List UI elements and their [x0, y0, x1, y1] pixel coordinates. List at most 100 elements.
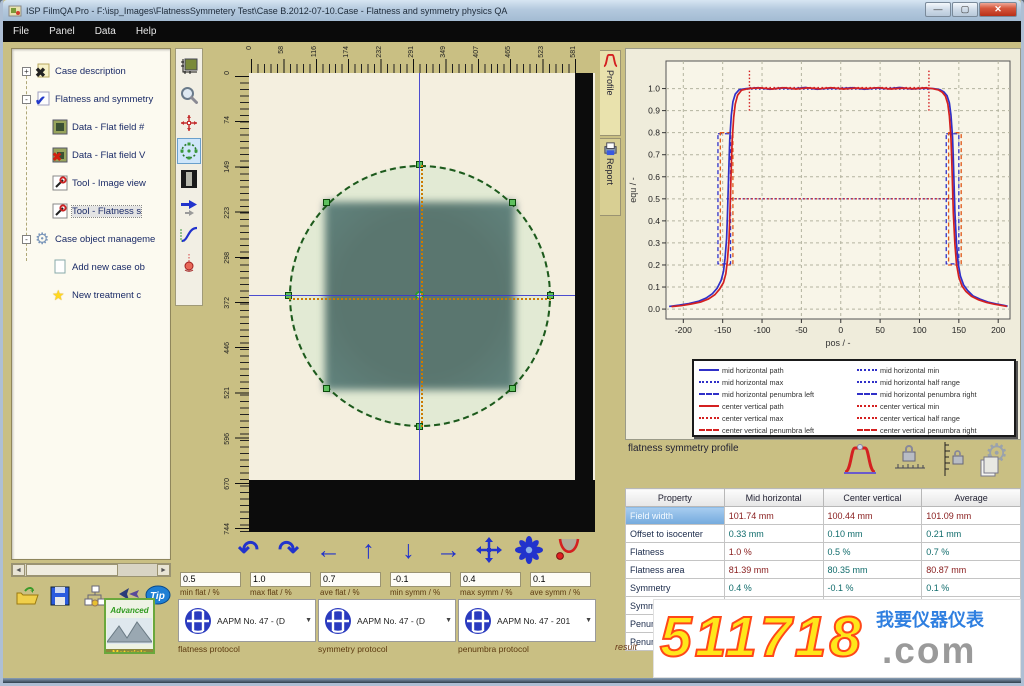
arrow-advance-icon[interactable]	[177, 194, 201, 220]
flower-icon[interactable]	[513, 535, 544, 565]
svg-text:0.0: 0.0	[648, 304, 660, 314]
crosshair-vertical[interactable]	[419, 73, 420, 532]
arrow-up-icon[interactable]: ↑	[353, 535, 384, 565]
table-row-flatness-area[interactable]: Flatness area81.39 mm80.35 mm80.87 mm	[626, 561, 1021, 579]
v-ruler-label: 446	[224, 342, 231, 354]
arrow-left-icon[interactable]: ←	[313, 535, 344, 565]
legend-column-1: mid horizontal pathmid horizontal maxmid…	[696, 364, 854, 432]
tolerance-input-min-flat-[interactable]	[180, 572, 241, 587]
tree-expander-icon[interactable]: -	[22, 95, 31, 104]
menu-bar: FilePanelDataHelp	[3, 21, 1021, 42]
protocol-dropdown[interactable]: AAPM No. 47 - (D▼	[178, 599, 316, 642]
table-cell-property[interactable]: Flatness	[626, 543, 725, 561]
table-row-field-width[interactable]: Field width101.74 mm100.44 mm101.09 mm	[626, 507, 1021, 525]
roi-handle[interactable]	[509, 385, 516, 392]
rotate-cw-icon[interactable]: ↷	[273, 535, 304, 565]
tolerance-input-max-symm-[interactable]	[460, 572, 521, 587]
protocol-dropdown[interactable]: AAPM No. 47 - 201▼	[458, 599, 596, 642]
table-header-property[interactable]: Property	[626, 489, 725, 507]
tab-report[interactable]: Report	[600, 138, 621, 216]
magnifier-icon[interactable]	[177, 82, 201, 108]
tab-profile[interactable]: Profile	[600, 50, 621, 136]
crosshair-red-icon[interactable]	[177, 110, 201, 136]
menu-item-help[interactable]: Help	[126, 23, 167, 40]
tree-expander-icon[interactable]: +	[22, 67, 31, 76]
tolerance-field-6: ave symm / %	[530, 569, 591, 597]
legend-entry-label: center vertical max	[722, 414, 783, 423]
roi-handle[interactable]	[323, 199, 330, 206]
menu-item-panel[interactable]: Panel	[39, 23, 85, 40]
table-row-symmetry[interactable]: Symmetry0.4 %-0.1 %0.1 %	[626, 579, 1021, 597]
tree-item-flatness-and-symmetry[interactable]: -✔Flatness and symmetry	[22, 87, 171, 111]
roi-handle[interactable]	[323, 385, 330, 392]
legend-swatch	[857, 381, 877, 383]
tree-item-case-description[interactable]: +✖Case description	[22, 59, 171, 83]
move-cross-icon[interactable]	[473, 535, 504, 565]
tree-item-tool-flatness-s[interactable]: Tool - Flatness s	[52, 199, 171, 223]
lock-ruler-h-icon[interactable]	[891, 440, 931, 480]
table-cell-value: 0.21 mm	[922, 525, 1021, 543]
rotate-ccw-icon[interactable]: ↶	[233, 535, 264, 565]
h-ruler-label: 291	[408, 46, 415, 58]
film-image-view[interactable]	[249, 73, 595, 532]
curve-icon[interactable]	[177, 222, 201, 248]
table-header-mid-horizontal[interactable]: Mid horizontal	[724, 489, 823, 507]
circle-select-icon[interactable]	[177, 138, 201, 164]
film-green-icon	[52, 119, 68, 135]
tolerance-input-max-flat-[interactable]	[250, 572, 311, 587]
table-cell-property[interactable]: Field width	[626, 507, 725, 525]
maximize-button[interactable]: ▢	[952, 2, 978, 17]
protocol-value: AAPM No. 47 - (D	[217, 616, 305, 626]
roi-handle[interactable]	[509, 199, 516, 206]
ruler-v-lock-icon[interactable]	[937, 440, 977, 480]
tolerance-field-3: ave flat / %	[320, 569, 381, 597]
minimize-button[interactable]: —	[925, 2, 951, 17]
table-cell-property[interactable]: Flatness area	[626, 561, 725, 579]
table-cell-property[interactable]: Symmetry	[626, 579, 725, 597]
svg-text:✖: ✖	[52, 150, 62, 163]
menu-item-data[interactable]: Data	[85, 23, 126, 40]
profile-cup-icon[interactable]	[553, 535, 584, 565]
svg-text:0.2: 0.2	[648, 260, 660, 270]
tolerance-input-ave-flat-[interactable]	[320, 572, 381, 587]
title-bar[interactable]: ISP FilmQA Pro - F:\isp_Images\FlatnessS…	[3, 0, 1021, 21]
table-cell-value: 100.44 mm	[823, 507, 922, 525]
tree-item-tool-image-view[interactable]: Tool - Image view	[52, 171, 171, 195]
close-button[interactable]: ✕	[979, 2, 1017, 17]
note-check-icon: ✔	[35, 91, 51, 107]
pin-icon[interactable]	[177, 250, 201, 276]
tree-item-new-treatment-c[interactable]: ★New treatment c	[52, 283, 171, 307]
table-row-offset-to-isocenter[interactable]: Offset to isocenter0.33 mm0.10 mm0.21 mm	[626, 525, 1021, 543]
tolerance-input-min-symm-[interactable]	[390, 572, 451, 587]
legend-entry: center vertical half range	[854, 412, 1012, 424]
tree-expander-icon[interactable]: -	[22, 235, 31, 244]
scrollbar-thumb[interactable]	[26, 564, 118, 576]
table-cell-property[interactable]: Offset to isocenter	[626, 525, 725, 543]
tree-item-data-flat-field-v[interactable]: ✖Data - Flat field V	[52, 143, 171, 167]
protocol-dropdown[interactable]: AAPM No. 47 - (D▼	[318, 599, 456, 642]
image-axes-icon[interactable]	[177, 54, 201, 80]
film-preview-icon[interactable]	[177, 166, 201, 192]
protocol-combo-symmetry: AAPM No. 47 - (D▼symmetry protocol	[318, 599, 456, 654]
table-cell-value: 0.7 %	[922, 543, 1021, 561]
tree-item-case-object-manageme[interactable]: -⚙Case object manageme	[22, 227, 171, 251]
open-folder-icon[interactable]	[15, 585, 41, 611]
gear-papers-icon[interactable]: ⚙	[975, 440, 1015, 480]
tolerance-input-ave-symm-[interactable]	[530, 572, 591, 587]
legend-entry-label: center vertical path	[722, 402, 784, 411]
tree-item-add-new-case-ob[interactable]: Add new case ob	[52, 255, 171, 279]
save-icon[interactable]	[49, 585, 75, 611]
table-row-flatness[interactable]: Flatness1.0 %0.5 %0.7 %	[626, 543, 1021, 561]
profile-curve-icon[interactable]	[841, 440, 881, 480]
arrow-right-icon[interactable]: →	[433, 535, 464, 565]
tree-item-label: Case object manageme	[55, 234, 155, 245]
menu-item-file[interactable]: File	[3, 23, 39, 40]
arrow-down-icon[interactable]: ↓	[393, 535, 424, 565]
scroll-left-icon[interactable]: ◄	[12, 564, 25, 576]
scroll-right-icon[interactable]: ►	[157, 564, 170, 576]
tree-item-data-flat-field-[interactable]: Data - Flat field #	[52, 115, 171, 139]
tree-horizontal-scrollbar[interactable]: ◄ ►	[11, 563, 171, 577]
table-header-center-vertical[interactable]: Center vertical	[823, 489, 922, 507]
advanced-materials-logo: Advanced Materials	[104, 598, 155, 654]
table-header-average[interactable]: Average	[922, 489, 1021, 507]
